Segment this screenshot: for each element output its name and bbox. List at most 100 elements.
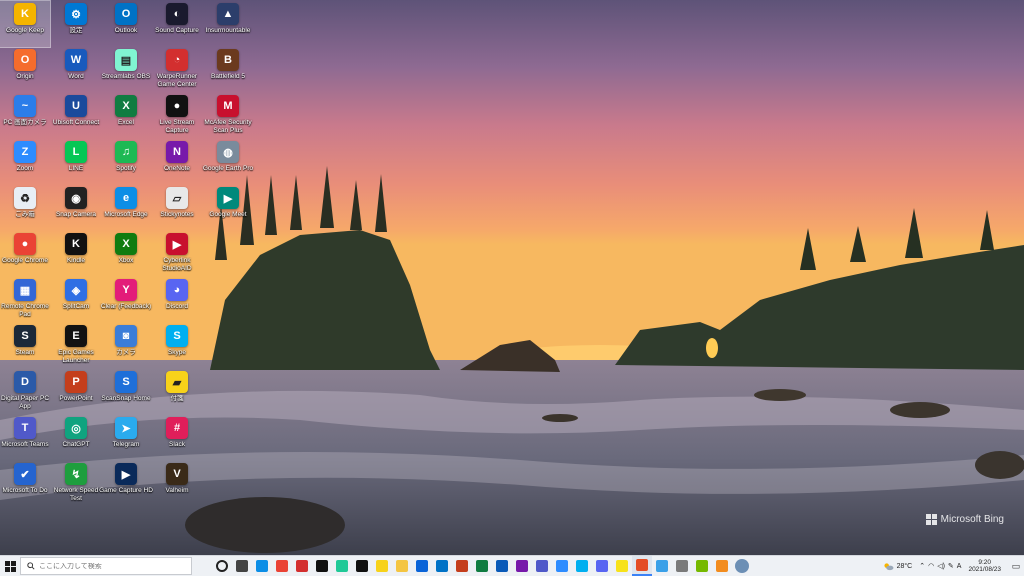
desktop-icon[interactable]: ◔ WarpeRunner Game Center <box>152 47 202 93</box>
desktop-icon[interactable]: ◍ Google Earth Pro <box>203 139 253 185</box>
taskbar-app-sticky-2[interactable] <box>612 556 632 576</box>
app-icon: ▶ <box>115 463 137 485</box>
desktop-icon[interactable]: ◎ ChatGPT <box>51 415 101 461</box>
taskbar-app-media-player[interactable] <box>292 556 312 576</box>
taskbar-search[interactable] <box>20 557 192 575</box>
desktop-icon[interactable]: e Microsoft Edge <box>101 185 151 231</box>
notification-center-button[interactable]: ▭ <box>1008 556 1024 576</box>
app-icon: ◈ <box>65 279 87 301</box>
taskbar-app-onenote[interactable] <box>512 556 532 576</box>
desktop-icon[interactable]: ▶ Cyberlink StudioAID <box>152 231 202 277</box>
taskbar-app-discord[interactable] <box>592 556 612 576</box>
desktop-icon[interactable]: D Digital Paper PC App <box>0 369 50 415</box>
desktop-icon[interactable]: ♫ Spotify <box>101 139 151 185</box>
desktop-icon[interactable]: S ScanSnap Home <box>101 369 151 415</box>
app-icon: ~ <box>14 95 36 117</box>
taskbar-app-settings[interactable] <box>672 556 692 576</box>
desktop-icon[interactable]: V Valheim <box>152 461 202 507</box>
desktop-icon[interactable]: # Slack <box>152 415 202 461</box>
desktop-icon[interactable]: X Xbox <box>101 231 151 277</box>
app-icon: ↯ <box>65 463 87 485</box>
taskbar-app-outlook[interactable] <box>432 556 452 576</box>
desktop-icon[interactable]: X Excel <box>101 93 151 139</box>
taskbar-app-teams[interactable] <box>532 556 552 576</box>
desktop-icon[interactable]: Z Zoom <box>0 139 50 185</box>
desktop-icon[interactable]: ~ PC 画面カメラ <box>0 93 50 139</box>
app-icon: ◉ <box>65 187 87 209</box>
desktop-icon[interactable]: ◕ Discord <box>152 277 202 323</box>
desktop-icon[interactable]: W Word <box>51 47 101 93</box>
desktop-icon[interactable]: ↯ Network Speed Test <box>51 461 101 507</box>
taskbar-app-task-view[interactable] <box>232 556 252 576</box>
desktop-icon[interactable]: ◐ Sound Capture <box>152 1 202 47</box>
network-icon[interactable]: ◠ <box>928 562 934 570</box>
taskbar-app-live-capture[interactable] <box>312 556 332 576</box>
desktop-icon[interactable]: T Microsoft Teams <box>0 415 50 461</box>
desktop-icon[interactable]: ● Live Stream Capture <box>152 93 202 139</box>
clock[interactable]: 9:20 2021/08/23 <box>964 559 1005 574</box>
desktop-icon[interactable]: K Kindle <box>51 231 101 277</box>
taskbar-app-excel[interactable] <box>472 556 492 576</box>
desktop-icon[interactable]: S Skype <box>152 323 202 369</box>
desktop-icon[interactable]: E Epic Games Launcher <box>51 323 101 369</box>
pen-icon[interactable]: ✎ <box>948 562 954 570</box>
desktop-icon[interactable]: ◈ SplitCam <box>51 277 101 323</box>
taskbar-app-avatar[interactable] <box>732 556 752 576</box>
desktop-icon[interactable]: ● Google Chrome <box>0 231 50 277</box>
desktop-icon[interactable]: ▶ Game Capture HD <box>99 461 153 507</box>
search-input[interactable] <box>39 562 179 570</box>
ime-indicator[interactable]: A <box>957 563 962 570</box>
taskbar-app-explorer[interactable] <box>392 556 412 576</box>
chevron-up-icon[interactable]: ⌃ <box>919 562 925 570</box>
taskbar-app-kindle[interactable] <box>352 556 372 576</box>
desktop[interactable]: Microsoft Bing K Google Keep O Origin ~ PC 画面… <box>0 0 1024 555</box>
desktop-icon[interactable]: ▰ 付箋 <box>152 369 202 415</box>
taskbar-app-outlook-2[interactable] <box>492 556 512 576</box>
desktop-icon[interactable]: ◉ Snap Camera <box>51 185 101 231</box>
start-button[interactable] <box>0 556 20 576</box>
desktop-icon[interactable]: O Outlook <box>101 1 151 47</box>
desktop-icon[interactable]: ▦ Remote Chrome Pad <box>0 277 50 323</box>
taskbar-app-nvidia[interactable] <box>692 556 712 576</box>
desktop-icon[interactable]: B Battlefield 5 <box>203 47 253 93</box>
taskbar-app-skype[interactable] <box>572 556 592 576</box>
app-icon: # <box>166 417 188 439</box>
desktop-icon[interactable]: ♻ ごみ箱 <box>0 185 50 231</box>
taskbar-app-store[interactable] <box>712 556 732 576</box>
desktop-icon[interactable]: U Ubisoft Connect <box>51 93 101 139</box>
desktop-icon[interactable]: ▤ Streamlabs OBS <box>101 47 151 93</box>
taskbar-app-edge[interactable] <box>252 556 272 576</box>
desktop-icon[interactable]: ✔ Microsoft To Do <box>0 461 50 507</box>
taskbar-app-chrome[interactable] <box>272 556 292 576</box>
taskbar-app-stream[interactable] <box>332 556 352 576</box>
volume-icon[interactable]: ◁) <box>937 562 945 570</box>
desktop-icon-label: Insurmountable <box>205 27 251 34</box>
desktop-icon-label: Google Earth Pro <box>202 165 254 172</box>
desktop-icon[interactable]: L LINE <box>51 139 101 185</box>
desktop-icon[interactable]: ➤ Telegram <box>101 415 151 461</box>
desktop-icon[interactable]: K Google Keep <box>0 0 51 48</box>
taskbar-app-paint[interactable] <box>632 556 652 576</box>
taskbar-app-powerpoint[interactable] <box>452 556 472 576</box>
desktop-icon[interactable]: S Steam <box>0 323 50 369</box>
taskbar-pinned-apps <box>212 556 752 576</box>
desktop-icon[interactable]: ⚙ 設定 <box>51 1 101 47</box>
desktop-icon[interactable]: O Origin <box>0 47 50 93</box>
settings-icon <box>676 560 688 572</box>
taskbar-app-sticky[interactable] <box>372 556 392 576</box>
desktop-icon[interactable]: ▶ Google Meet <box>203 185 253 231</box>
desktop-icon-label: Spotify <box>116 165 136 172</box>
taskbar-app-cortana[interactable] <box>212 556 232 576</box>
taskbar-app-browser[interactable] <box>652 556 672 576</box>
desktop-icon[interactable]: N OneNote <box>152 139 202 185</box>
desktop-icon[interactable]: ▱ Stickynotes <box>152 185 202 231</box>
desktop-icon[interactable]: P PowerPoint <box>51 369 101 415</box>
taskbar-app-onedrive[interactable] <box>412 556 432 576</box>
desktop-icon[interactable]: Y Clear (Feedback) <box>101 277 151 323</box>
desktop-icon[interactable]: M McAfee Security Scan Plus <box>203 93 253 139</box>
desktop-icon[interactable]: ▲ Insurmountable <box>203 1 253 47</box>
weather-widget[interactable]: 28°C <box>883 562 912 571</box>
app-icon: E <box>65 325 87 347</box>
taskbar-app-zoom[interactable] <box>552 556 572 576</box>
desktop-icon[interactable]: ◙ カメラ <box>101 323 151 369</box>
